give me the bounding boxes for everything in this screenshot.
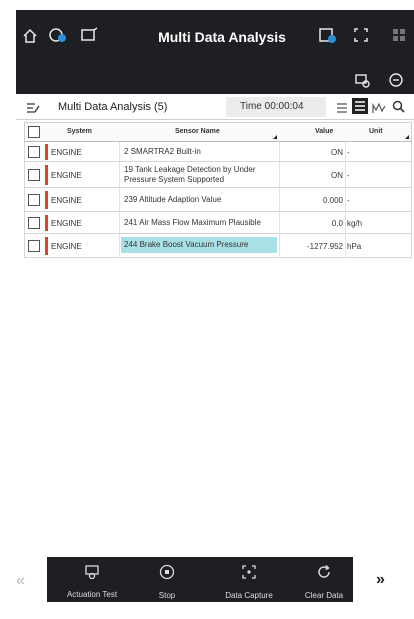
list-title: Multi Data Analysis (5): [58, 101, 168, 113]
row-value: -1277.952: [306, 242, 343, 251]
system-marker: [45, 144, 48, 160]
row-system: ENGINE: [51, 148, 82, 157]
sort-icon[interactable]: [273, 135, 277, 139]
header-value[interactable]: Value: [315, 128, 333, 135]
clear-data-button[interactable]: Clear Data: [297, 557, 351, 602]
graph-view-icon[interactable]: [372, 101, 386, 119]
row-sensor: 2 SMARTRA2 Built-in: [124, 147, 201, 156]
table-row[interactable]: ENGINE 244 Brake Boost Vacuum Pressure -…: [24, 234, 412, 258]
edit-list-icon[interactable]: [26, 101, 40, 119]
actuation-test-button[interactable]: Actuation Test: [57, 557, 127, 602]
car-settings-icon[interactable]: [354, 72, 370, 92]
capture-icon: [217, 564, 281, 583]
data-capture-button[interactable]: Data Capture: [217, 557, 281, 602]
time-label: Time 00:00:04: [240, 101, 304, 112]
row-checkbox[interactable]: [28, 240, 40, 252]
row-unit: -: [347, 196, 350, 205]
stop-label: Stop: [158, 591, 176, 600]
table-row[interactable]: ENGINE 19 Tank Leakage Detection by Unde…: [24, 162, 412, 188]
table-row[interactable]: ENGINE 2 SMARTRA2 Built-in ON -: [24, 142, 412, 162]
device-screen: Multi Data Analysis Multi Data Analysis …: [16, 10, 414, 608]
table-header: System Sensor Name Value Unit: [24, 122, 412, 142]
stop-icon: [145, 564, 189, 583]
row-sensor: 241 Air Mass Flow Maximum Plausible: [124, 218, 261, 227]
grid-icon[interactable]: [392, 28, 406, 46]
bottom-action-bar: Actuation Test Stop Data Capture Clear D…: [47, 557, 353, 602]
fullscreen-icon[interactable]: [354, 28, 368, 46]
row-value: ON: [331, 171, 343, 180]
top-bar: Multi Data Analysis: [16, 10, 414, 66]
row-value: ON: [331, 148, 343, 157]
row-value: 0.000: [322, 196, 343, 205]
data-toolbar: Multi Data Analysis (5) Time 00:00:04: [16, 94, 414, 120]
car-test-icon: [57, 564, 127, 582]
select-all-checkbox[interactable]: [28, 126, 40, 138]
system-marker: [45, 191, 48, 209]
row-system: ENGINE: [51, 219, 82, 228]
row-checkbox[interactable]: [28, 169, 40, 181]
search-icon[interactable]: [392, 100, 405, 118]
prev-page-button[interactable]: «: [16, 572, 25, 590]
clear-data-label: Clear Data: [304, 591, 344, 600]
sort-icon[interactable]: [405, 135, 409, 139]
system-marker: [45, 237, 48, 255]
row-system: ENGINE: [51, 196, 82, 205]
header-unit[interactable]: Unit: [369, 128, 383, 135]
data-capture-label: Data Capture: [225, 591, 273, 600]
row-system: ENGINE: [51, 242, 82, 251]
text-view-icon[interactable]: [352, 98, 368, 119]
row-unit: -: [347, 171, 350, 180]
vehicle-icon[interactable]: [48, 27, 68, 47]
row-checkbox[interactable]: [28, 217, 40, 229]
row-sensor: 239 Altitude Adaption Value: [124, 195, 222, 204]
page-title: Multi Data Analysis: [158, 29, 286, 45]
list-view-icon[interactable]: [336, 101, 348, 119]
row-unit: kg/h: [347, 219, 363, 228]
system-marker: [45, 215, 48, 231]
header-sensor[interactable]: Sensor Name: [175, 128, 220, 135]
actuation-test-label: Actuation Test: [66, 590, 118, 599]
table-row[interactable]: ENGINE 239 Altitude Adaption Value 0.000…: [24, 188, 412, 212]
header-system[interactable]: System: [67, 128, 92, 135]
row-unit: hPa: [347, 242, 362, 251]
system-marker: [45, 165, 48, 185]
row-system: ENGINE: [51, 171, 82, 180]
home-icon[interactable]: [22, 28, 38, 48]
row-checkbox[interactable]: [28, 194, 40, 206]
next-page-button[interactable]: »: [376, 571, 385, 589]
time-display: Time 00:00:04: [226, 97, 326, 117]
wrench-icon[interactable]: [388, 72, 404, 92]
row-sensor: 19 Tank Leakage Detection by Under Press…: [124, 165, 256, 184]
row-unit: -: [347, 148, 350, 157]
secondary-bar: [16, 66, 414, 94]
refresh-icon: [297, 564, 351, 583]
table-row[interactable]: ENGINE 241 Air Mass Flow Maximum Plausib…: [24, 212, 412, 234]
record-icon[interactable]: [318, 27, 338, 49]
stop-button[interactable]: Stop: [145, 557, 189, 602]
scan-icon[interactable]: [80, 27, 98, 47]
row-sensor: 244 Brake Boost Vacuum Pressure: [121, 237, 277, 253]
row-value: 0.0: [331, 219, 343, 228]
row-checkbox[interactable]: [28, 146, 40, 158]
